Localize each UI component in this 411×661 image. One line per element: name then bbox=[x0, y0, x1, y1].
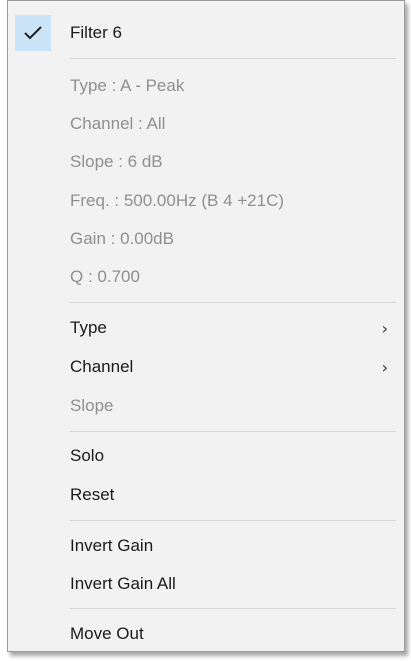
menu-item-slope: Slope bbox=[8, 387, 404, 425]
info-frequency-label: Freq. : 500.00Hz (B 4 +21C) bbox=[70, 191, 285, 210]
menu-item-filter-6[interactable]: Filter 6 bbox=[8, 14, 404, 52]
menu-item-invert-gain-all[interactable]: Invert Gain All bbox=[8, 565, 404, 603]
menu-separator bbox=[70, 520, 396, 521]
menu-item-invert-gain[interactable]: Invert Gain bbox=[8, 527, 404, 565]
chevron-right-icon: › bbox=[381, 357, 388, 377]
menu-item-solo[interactable]: Solo bbox=[8, 437, 404, 475]
info-gain-label: Gain : 0.00dB bbox=[70, 229, 174, 248]
menu-item-move-out-label: Move Out bbox=[70, 624, 144, 643]
menu-separator bbox=[70, 302, 396, 303]
menu-separator bbox=[70, 58, 396, 59]
info-channel: Channel : All bbox=[8, 105, 404, 143]
menu-item-slope-label: Slope bbox=[70, 396, 114, 415]
menu-item-channel-label: Channel bbox=[70, 357, 134, 376]
info-slope-label: Slope : 6 dB bbox=[70, 152, 163, 171]
menu-item-reset[interactable]: Reset bbox=[8, 476, 404, 514]
menu-item-invert-gain-all-label: Invert Gain All bbox=[70, 574, 176, 593]
menu-item-move-out[interactable]: Move Out bbox=[8, 615, 404, 653]
menu-item-invert-gain-label: Invert Gain bbox=[70, 536, 154, 555]
menu-item-channel[interactable]: Channel › bbox=[8, 348, 404, 386]
menu-item-type-label: Type bbox=[70, 318, 107, 337]
info-type-label: Type : A - Peak bbox=[70, 76, 185, 95]
info-slope: Slope : 6 dB bbox=[8, 143, 404, 181]
context-menu: Filter 6 Type : A - Peak Channel : All S… bbox=[7, 0, 405, 652]
menu-item-reset-label: Reset bbox=[70, 485, 115, 504]
info-q: Q : 0.700 bbox=[8, 258, 404, 296]
menu-item-solo-label: Solo bbox=[70, 446, 105, 465]
menu-separator bbox=[70, 608, 396, 609]
info-frequency: Freq. : 500.00Hz (B 4 +21C) bbox=[8, 182, 404, 220]
info-channel-label: Channel : All bbox=[70, 114, 166, 133]
menu-separator bbox=[70, 431, 396, 432]
info-q-label: Q : 0.700 bbox=[70, 267, 140, 286]
menu-item-filter-6-label: Filter 6 bbox=[70, 23, 122, 42]
chevron-right-icon: › bbox=[381, 318, 388, 338]
menu-item-type[interactable]: Type › bbox=[8, 309, 404, 347]
info-type: Type : A - Peak bbox=[8, 67, 404, 105]
info-gain: Gain : 0.00dB bbox=[8, 220, 404, 258]
